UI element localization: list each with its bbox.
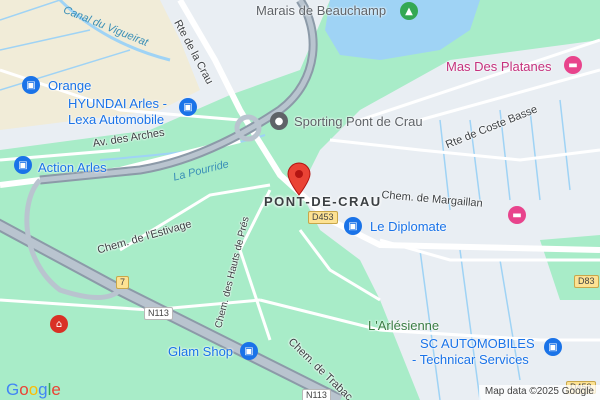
green-area-east [540,235,600,300]
shopping-bag-icon[interactable]: ▣ [22,76,40,94]
poi-glam[interactable]: Glam Shop [168,344,233,359]
poi-mas-platanes[interactable]: Mas Des Platanes [446,59,552,74]
route-shield-n113: N113 [302,389,331,400]
poi-action[interactable]: Action Arles [38,160,107,175]
google-logo: Google [6,380,61,399]
poi-diplomate[interactable]: Le Diplomate [370,219,447,234]
poi-sporting[interactable]: Sporting Pont de Crau [294,114,423,129]
bed-icon[interactable]: ▬ [564,56,582,74]
lake-label[interactable]: Marais de Beauchamp [256,3,386,18]
route-shield-d83: D83 [574,275,599,288]
shopping-bag-icon[interactable]: ▣ [240,342,258,360]
museum-icon[interactable]: ⌂ [50,315,68,333]
poi-hyundai-line2[interactable]: Lexa Automobile [68,112,164,127]
location-pin-icon[interactable] [286,162,312,196]
route-shield-d453: D453 [308,211,338,224]
place-label[interactable]: PONT-DE-CRAU [264,194,382,209]
shopping-bag-icon[interactable]: ▣ [344,217,362,235]
shopping-bag-icon[interactable]: ▣ [179,98,197,116]
shopping-bag-icon[interactable]: ▣ [544,338,562,356]
poi-sc-auto-line1[interactable]: SC AUTOMOBILES [420,336,535,351]
poi-arlesienne[interactable]: L'Arlésienne [368,318,439,333]
poi-orange[interactable]: Orange [48,78,91,93]
map-attribution[interactable]: Map data ©2025 Google [478,385,600,400]
map-canvas[interactable]: Canal du Vigueirat Rte de la Crau Av. de… [0,0,600,400]
route-shield-7: 7 [116,276,130,289]
shopping-bag-icon[interactable]: ▣ [14,156,32,174]
route-shield-n113: N113 [144,307,173,320]
pin-icon[interactable]: ● [270,112,288,130]
poi-hyundai-line1[interactable]: HYUNDAI Arles - [68,96,167,111]
poi-sc-auto-line2[interactable]: - Technicar Services [412,352,529,367]
tree-icon[interactable]: ▲ [400,2,418,20]
bed-icon[interactable]: ▬ [508,206,526,224]
